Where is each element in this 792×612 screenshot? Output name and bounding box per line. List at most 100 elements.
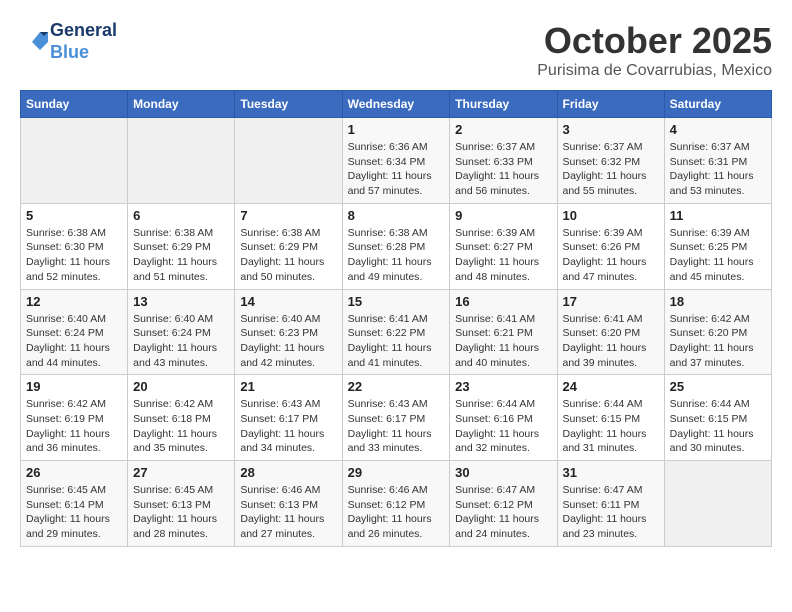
calendar-week-row: 19 Sunrise: 6:42 AMSunset: 6:19 PMDayligh…	[21, 375, 772, 461]
day-number: 25	[670, 379, 766, 394]
weekday-header: Tuesday	[235, 91, 342, 118]
calendar-week-row: 26Sunrise: 6:45 AMSunset: 6:14 PMDayligh…	[21, 461, 772, 547]
day-info: Sunrise: 6:47 AMSunset: 6:11 PMDaylight:…	[563, 483, 659, 542]
location-title: Purisima de Covarrubias, Mexico	[537, 62, 772, 80]
calendar-cell	[21, 118, 128, 204]
day-info: Sunrise: 6:36 AMSunset: 6:34 PMDaylight:…	[348, 140, 445, 199]
day-info: Sunrise: 6:41 AMSunset: 6:20 PMDaylight:…	[563, 312, 659, 371]
calendar-cell: 7 Sunrise: 6:38 AMSunset: 6:29 PMDaylight…	[235, 203, 342, 289]
day-number: 2	[455, 122, 551, 137]
day-info: Sunrise: 6:40 AMSunset: 6:24 PMDaylight:…	[133, 312, 229, 371]
calendar-cell: 17 Sunrise: 6:41 AMSunset: 6:20 PMDayligh…	[557, 289, 664, 375]
day-number: 27	[133, 465, 229, 480]
calendar-cell: 13 Sunrise: 6:40 AMSunset: 6:24 PMDayligh…	[128, 289, 235, 375]
weekday-header: Monday	[128, 91, 235, 118]
calendar-cell: 6Sunrise: 6:38 AMSunset: 6:29 PMDaylight…	[128, 203, 235, 289]
calendar-cell: 20 Sunrise: 6:42 AMSunset: 6:18 PMDayligh…	[128, 375, 235, 461]
day-number: 18	[670, 294, 766, 309]
day-info: Sunrise: 6:47 AMSunset: 6:12 PMDaylight:…	[455, 483, 551, 542]
day-number: 24	[563, 379, 659, 394]
day-number: 22	[348, 379, 445, 394]
calendar-cell: 4 Sunrise: 6:37 AMSunset: 6:31 PMDaylight…	[664, 118, 771, 204]
logo-line1: General	[50, 20, 117, 42]
calendar-week-row: 1 Sunrise: 6:36 AMSunset: 6:34 PMDaylight…	[21, 118, 772, 204]
day-number: 6	[133, 208, 229, 223]
weekday-header: Wednesday	[342, 91, 450, 118]
day-info: Sunrise: 6:43 AMSunset: 6:17 PMDaylight:…	[240, 397, 336, 456]
calendar-cell: 19 Sunrise: 6:42 AMSunset: 6:19 PMDayligh…	[21, 375, 128, 461]
day-info: Sunrise: 6:41 AMSunset: 6:22 PMDaylight:…	[348, 312, 445, 371]
day-info: Sunrise: 6:45 AMSunset: 6:13 PMDaylight:…	[133, 483, 229, 542]
calendar-cell: 21 Sunrise: 6:43 AMSunset: 6:17 PMDayligh…	[235, 375, 342, 461]
calendar-cell: 31Sunrise: 6:47 AMSunset: 6:11 PMDayligh…	[557, 461, 664, 547]
logo-icon	[20, 28, 48, 56]
day-info: Sunrise: 6:40 AMSunset: 6:23 PMDaylight:…	[240, 312, 336, 371]
calendar-cell: 16Sunrise: 6:41 AMSunset: 6:21 PMDayligh…	[450, 289, 557, 375]
calendar-cell: 15 Sunrise: 6:41 AMSunset: 6:22 PMDayligh…	[342, 289, 450, 375]
calendar-cell: 2Sunrise: 6:37 AMSunset: 6:33 PMDaylight…	[450, 118, 557, 204]
day-number: 9	[455, 208, 551, 223]
weekday-header: Friday	[557, 91, 664, 118]
day-info: Sunrise: 6:43 AMSunset: 6:17 PMDaylight:…	[348, 397, 445, 456]
calendar-cell: 9 Sunrise: 6:39 AMSunset: 6:27 PMDaylight…	[450, 203, 557, 289]
day-number: 1	[348, 122, 445, 137]
calendar-week-row: 12 Sunrise: 6:40 AMSunset: 6:24 PMDayligh…	[21, 289, 772, 375]
logo-text: General Blue	[50, 20, 117, 63]
calendar-cell: 14 Sunrise: 6:40 AMSunset: 6:23 PMDayligh…	[235, 289, 342, 375]
day-info: Sunrise: 6:44 AMSunset: 6:15 PMDaylight:…	[670, 397, 766, 456]
day-number: 12	[26, 294, 122, 309]
day-info: Sunrise: 6:38 AMSunset: 6:29 PMDaylight:…	[240, 226, 336, 285]
day-info: Sunrise: 6:42 AMSunset: 6:20 PMDaylight:…	[670, 312, 766, 371]
day-info: Sunrise: 6:37 AMSunset: 6:31 PMDaylight:…	[670, 140, 766, 199]
calendar-cell: 8Sunrise: 6:38 AMSunset: 6:28 PMDaylight…	[342, 203, 450, 289]
logo: General Blue	[20, 20, 117, 63]
day-info: Sunrise: 6:39 AMSunset: 6:26 PMDaylight:…	[563, 226, 659, 285]
day-number: 26	[26, 465, 122, 480]
day-info: Sunrise: 6:46 AMSunset: 6:13 PMDaylight:…	[240, 483, 336, 542]
day-number: 10	[563, 208, 659, 223]
day-number: 29	[348, 465, 445, 480]
day-number: 5	[26, 208, 122, 223]
day-number: 14	[240, 294, 336, 309]
calendar-cell: 10 Sunrise: 6:39 AMSunset: 6:26 PMDayligh…	[557, 203, 664, 289]
day-number: 21	[240, 379, 336, 394]
day-number: 13	[133, 294, 229, 309]
day-info: Sunrise: 6:46 AMSunset: 6:12 PMDaylight:…	[348, 483, 445, 542]
calendar-cell	[664, 461, 771, 547]
month-title: October 2025	[537, 20, 772, 62]
calendar-cell: 29 Sunrise: 6:46 AMSunset: 6:12 PMDayligh…	[342, 461, 450, 547]
day-number: 19	[26, 379, 122, 394]
calendar-cell: 28 Sunrise: 6:46 AMSunset: 6:13 PMDayligh…	[235, 461, 342, 547]
calendar-cell: 27 Sunrise: 6:45 AMSunset: 6:13 PMDayligh…	[128, 461, 235, 547]
title-block: October 2025 Purisima de Covarrubias, Me…	[537, 20, 772, 80]
day-number: 23	[455, 379, 551, 394]
calendar-cell: 30 Sunrise: 6:47 AMSunset: 6:12 PMDayligh…	[450, 461, 557, 547]
day-number: 4	[670, 122, 766, 137]
day-number: 15	[348, 294, 445, 309]
day-info: Sunrise: 6:42 AMSunset: 6:18 PMDaylight:…	[133, 397, 229, 456]
day-info: Sunrise: 6:37 AMSunset: 6:32 PMDaylight:…	[563, 140, 659, 199]
day-number: 20	[133, 379, 229, 394]
calendar-cell: 24 Sunrise: 6:44 AMSunset: 6:15 PMDayligh…	[557, 375, 664, 461]
calendar-header: SundayMondayTuesdayWednesdayThursdayFrid…	[21, 91, 772, 118]
day-number: 17	[563, 294, 659, 309]
day-info: Sunrise: 6:42 AMSunset: 6:19 PMDaylight:…	[26, 397, 122, 456]
calendar-cell: 12 Sunrise: 6:40 AMSunset: 6:24 PMDayligh…	[21, 289, 128, 375]
day-number: 30	[455, 465, 551, 480]
logo-line2: Blue	[50, 42, 117, 64]
day-info: Sunrise: 6:39 AMSunset: 6:27 PMDaylight:…	[455, 226, 551, 285]
calendar-cell: 11Sunrise: 6:39 AMSunset: 6:25 PMDayligh…	[664, 203, 771, 289]
calendar-table: SundayMondayTuesdayWednesdayThursdayFrid…	[20, 90, 772, 547]
day-info: Sunrise: 6:44 AMSunset: 6:15 PMDaylight:…	[563, 397, 659, 456]
calendar-cell	[235, 118, 342, 204]
day-info: Sunrise: 6:40 AMSunset: 6:24 PMDaylight:…	[26, 312, 122, 371]
calendar-cell	[128, 118, 235, 204]
calendar-cell: 1 Sunrise: 6:36 AMSunset: 6:34 PMDaylight…	[342, 118, 450, 204]
calendar-cell: 26Sunrise: 6:45 AMSunset: 6:14 PMDayligh…	[21, 461, 128, 547]
calendar-cell: 25 Sunrise: 6:44 AMSunset: 6:15 PMDayligh…	[664, 375, 771, 461]
day-number: 28	[240, 465, 336, 480]
day-number: 3	[563, 122, 659, 137]
calendar-cell: 22 Sunrise: 6:43 AMSunset: 6:17 PMDayligh…	[342, 375, 450, 461]
day-number: 7	[240, 208, 336, 223]
day-info: Sunrise: 6:38 AMSunset: 6:28 PMDaylight:…	[348, 226, 445, 285]
